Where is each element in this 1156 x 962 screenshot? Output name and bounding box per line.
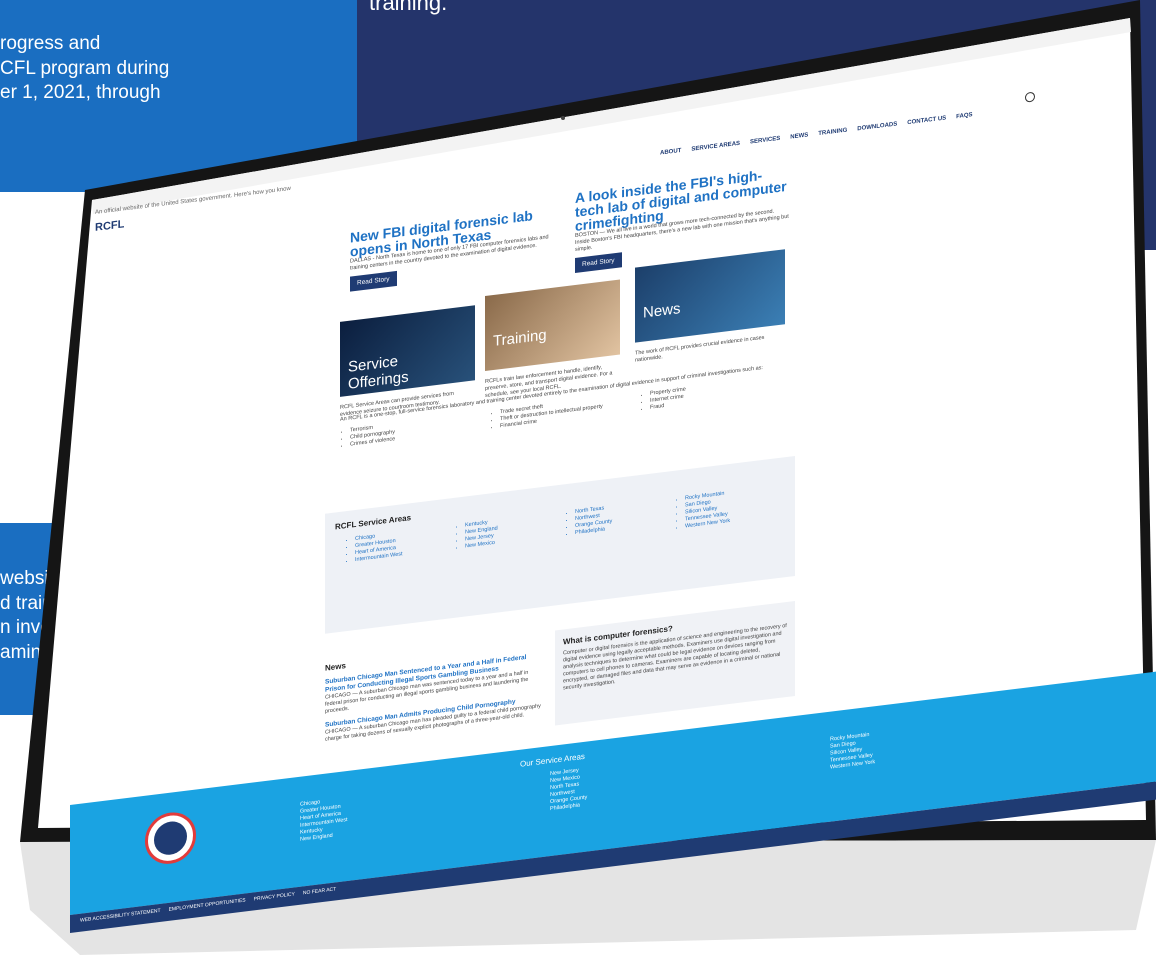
service-areas-title: RCFL Service Areas (335, 513, 412, 532)
tile-news[interactable]: News The work of RCFL provides crucial e… (635, 249, 785, 364)
tile-image (485, 279, 620, 372)
footer-col: New Jersey New Mexico North Texas Northw… (550, 766, 587, 813)
nav-contact[interactable]: CONTACT US (907, 115, 946, 126)
nav-news[interactable]: NEWS (790, 132, 808, 140)
nav-services[interactable]: SERVICES (750, 136, 780, 146)
nav-service-areas[interactable]: SERVICE AREAS (691, 141, 740, 153)
nav-training[interactable]: TRAINING (818, 128, 847, 138)
read-story-button[interactable]: Read Story (350, 270, 397, 292)
footer-col: Chicago Greater Houston Heart of America… (300, 796, 348, 844)
nav-faqs[interactable]: FAQS (956, 112, 972, 120)
rcfl-logo[interactable]: RCFL (95, 218, 124, 234)
callout-1-line: rogress and (0, 33, 101, 54)
no-fear-act-link[interactable]: NO FEAR ACT (303, 886, 336, 896)
footer-col: Rocky Mountain San Diego Silicon Valley … (830, 731, 875, 772)
what-is-forensics-box: What is computer forensics? Computer or … (555, 600, 795, 726)
website: An official website of the United States… (70, 0, 1156, 933)
service-col: North Texas Northwest Orange County Phil… (565, 504, 612, 538)
news-section: News Suburban Chicago Man Sentenced to a… (325, 637, 545, 750)
service-col: Rocky Mountain San Diego Silicon Valley … (675, 490, 730, 532)
top-caption: training. (369, 0, 448, 15)
read-story-button[interactable]: Read Story (575, 252, 622, 273)
story-card: New FBI digital forensic lab opens in No… (350, 206, 550, 292)
gov-banner: An official website of the United States… (95, 185, 291, 216)
nav-about[interactable]: ABOUT (660, 148, 681, 157)
service-col: Chicago Greater Houston Heart of America… (345, 530, 403, 565)
nav-downloads[interactable]: DOWNLOADS (857, 121, 897, 132)
tile-image (635, 249, 785, 343)
tile-training[interactable]: Training RCFLs train law enforcement to … (485, 279, 620, 400)
seal-inner (154, 819, 187, 857)
privacy-link[interactable]: PRIVACY POLICY (254, 891, 295, 902)
search-icon[interactable] (1025, 91, 1035, 103)
footer-title: Our Service Areas (520, 751, 585, 769)
service-col: Kentucky New England New Jersey New Mexi… (455, 518, 498, 551)
screen-content: An official website of the United States… (70, 0, 1156, 933)
service-areas-panel: RCFL Service Areas Chicago Greater Houst… (325, 455, 795, 634)
main-nav: ABOUT SERVICE AREAS SERVICES NEWS TRAINI… (660, 112, 973, 156)
rcfl-seal (145, 809, 196, 867)
